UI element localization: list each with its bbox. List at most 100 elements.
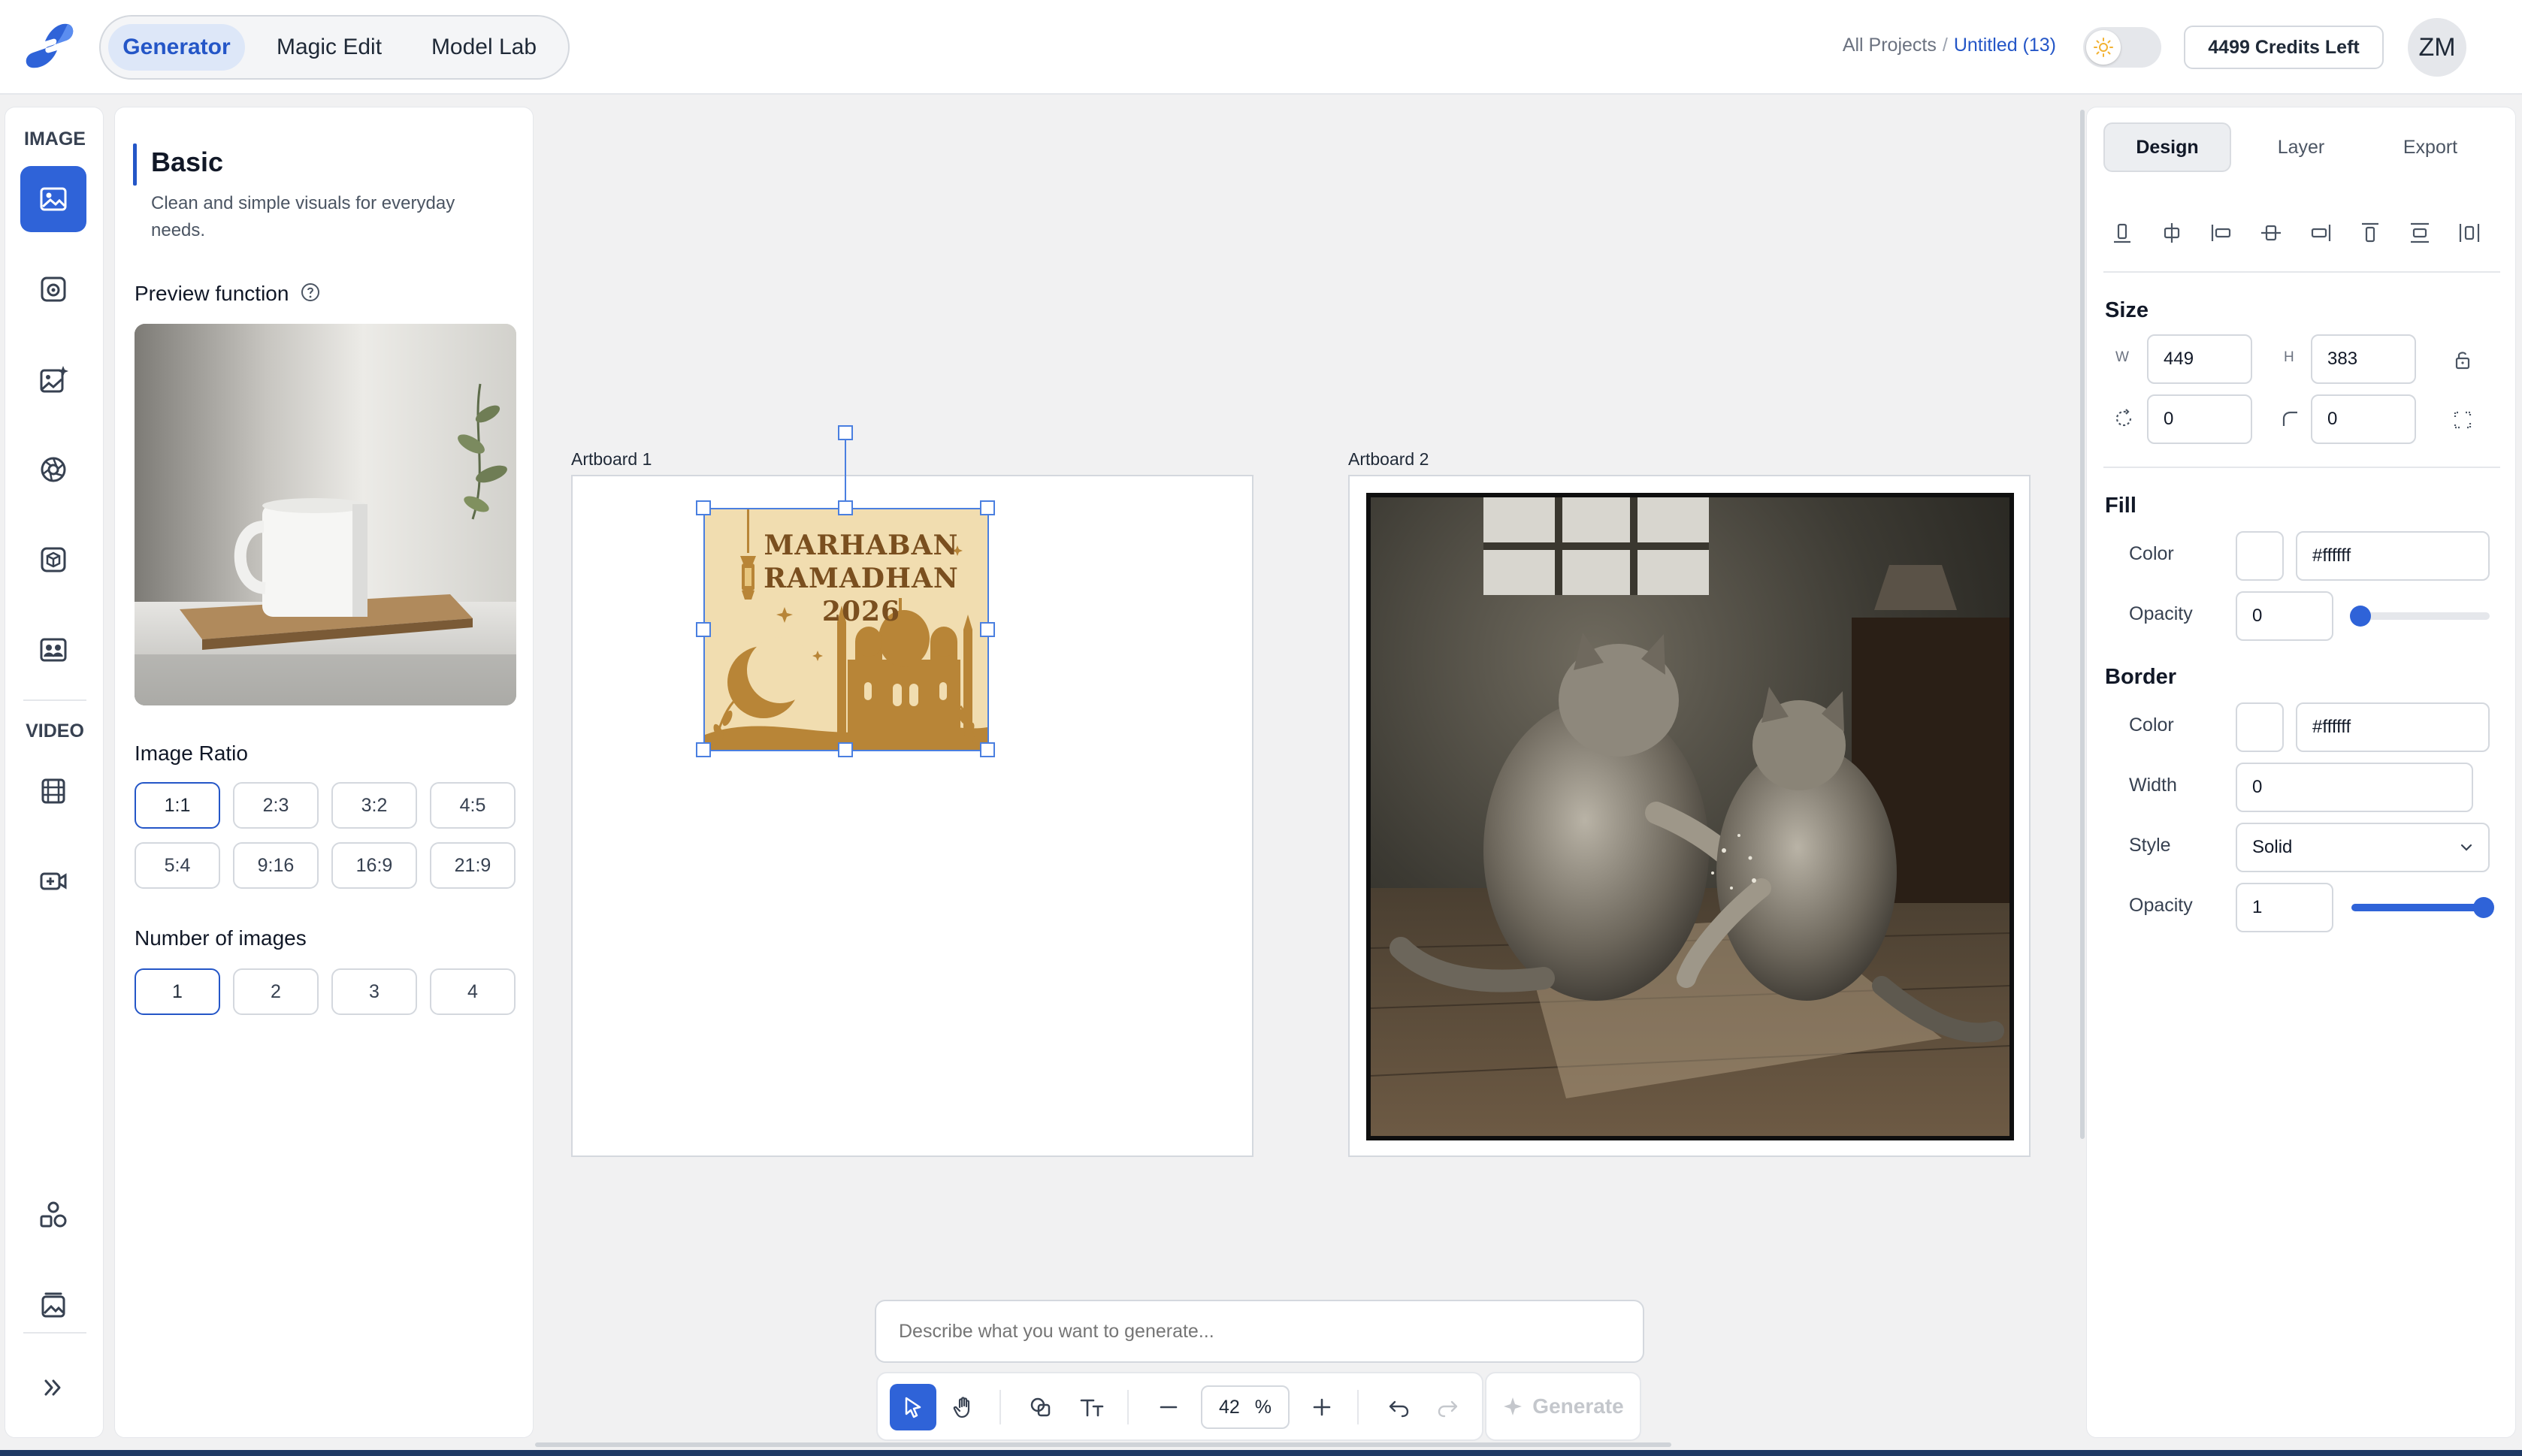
- horizontal-scrollbar[interactable]: [535, 1442, 1671, 1447]
- rail-image-enhance[interactable]: [20, 346, 86, 412]
- border-opacity-input[interactable]: 1: [2236, 883, 2333, 932]
- artboard-2-label[interactable]: Artboard 2: [1348, 449, 1429, 470]
- rail-image-portrait[interactable]: [20, 617, 86, 683]
- rail-gallery[interactable]: [20, 1272, 86, 1338]
- theme-toggle[interactable]: [2083, 27, 2161, 68]
- align-right-button[interactable]: [2302, 214, 2339, 252]
- rail-image-basic[interactable]: [20, 166, 86, 232]
- zoom-value: 42: [1218, 1396, 1240, 1418]
- rotation-input[interactable]: 0: [2147, 394, 2252, 444]
- avatar[interactable]: ZM: [2408, 18, 2466, 77]
- app-logo[interactable]: [23, 21, 78, 72]
- video-plus-icon: [40, 872, 67, 890]
- count-3[interactable]: 3: [331, 968, 417, 1015]
- tab-model-lab[interactable]: Model Lab: [409, 24, 559, 71]
- corner-radius-input[interactable]: 0: [2311, 394, 2416, 444]
- fill-color-swatch[interactable]: [2236, 531, 2284, 581]
- select-tool-button[interactable]: [890, 1384, 936, 1430]
- align-center-v-button[interactable]: [2252, 214, 2290, 252]
- generate-button[interactable]: Generate: [1485, 1372, 1641, 1441]
- border-style-select[interactable]: Solid: [2236, 823, 2490, 872]
- border-opacity-slider-thumb[interactable]: [2473, 897, 2494, 918]
- resize-handle-s[interactable]: [838, 742, 853, 757]
- distribute-horizontal-button[interactable]: [2451, 214, 2488, 252]
- shape-tool-button[interactable]: [1018, 1384, 1064, 1430]
- rail-video-generate[interactable]: [20, 758, 86, 824]
- border-color-swatch[interactable]: [2236, 702, 2284, 752]
- ratio-16-9[interactable]: 16:9: [331, 842, 417, 889]
- distribute-vertical-button[interactable]: [2401, 214, 2439, 252]
- width-input[interactable]: 449: [2147, 334, 2252, 384]
- border-color-input[interactable]: #ffffff: [2296, 702, 2490, 752]
- prompt-input[interactable]: [875, 1300, 1644, 1363]
- canvas[interactable]: Artboard 1 MARHABAN RAMADHAN 2026 Artboa…: [535, 96, 2083, 1448]
- fill-opacity-slider-thumb[interactable]: [2350, 606, 2371, 627]
- ratio-2-3[interactable]: 2:3: [233, 782, 319, 829]
- rail-elements[interactable]: [20, 1182, 86, 1248]
- ratio-3-2[interactable]: 3:2: [331, 782, 417, 829]
- fill-color-input[interactable]: #ffffff: [2296, 531, 2490, 581]
- undo-button[interactable]: [1375, 1384, 1422, 1430]
- ratio-1-1[interactable]: 1:1: [135, 782, 220, 829]
- credits-badge[interactable]: 4499 Credits Left: [2184, 26, 2384, 69]
- corners-icon: [2454, 411, 2472, 429]
- tab-magic-edit[interactable]: Magic Edit: [259, 24, 400, 71]
- fill-color-label: Color: [2129, 543, 2174, 564]
- fill-opacity-slider[interactable]: [2350, 606, 2490, 627]
- preview-image: [135, 324, 516, 705]
- independent-corners-button[interactable]: [2446, 403, 2479, 436]
- align-bottom-button[interactable]: [2103, 214, 2141, 252]
- fill-opacity-input[interactable]: 0: [2236, 591, 2333, 641]
- sun-icon: [2086, 30, 2121, 65]
- rail-video-add[interactable]: [20, 848, 86, 914]
- resize-handle-ne[interactable]: [980, 500, 995, 515]
- height-input[interactable]: 383: [2311, 334, 2416, 384]
- tab-export[interactable]: Export: [2366, 122, 2494, 172]
- rail-image-3d[interactable]: [20, 527, 86, 593]
- zoom-input[interactable]: 42 %: [1201, 1385, 1290, 1429]
- border-width-label: Width: [2129, 775, 2177, 796]
- breadcrumb-current-project[interactable]: Untitled (13): [1954, 35, 2056, 56]
- border-opacity-slider[interactable]: [2351, 897, 2494, 918]
- resize-handle-e[interactable]: [980, 622, 995, 637]
- align-center-h-button[interactable]: [2153, 214, 2191, 252]
- ratio-5-4[interactable]: 5:4: [135, 842, 220, 889]
- ratio-9-16[interactable]: 9:16: [233, 842, 319, 889]
- redo-button[interactable]: [1425, 1384, 1471, 1430]
- text-tool-button[interactable]: [1069, 1384, 1115, 1430]
- tab-generator[interactable]: Generator: [108, 24, 245, 71]
- align-top-button[interactable]: [2351, 214, 2389, 252]
- count-1[interactable]: 1: [135, 968, 220, 1015]
- rail-image-style[interactable]: [20, 436, 86, 503]
- artboard-1-label[interactable]: Artboard 1: [571, 449, 652, 470]
- help-icon[interactable]: [301, 282, 320, 307]
- tab-layer[interactable]: Layer: [2237, 122, 2365, 172]
- align-left-button[interactable]: [2203, 214, 2240, 252]
- resize-handle-w[interactable]: [696, 622, 711, 637]
- zoom-out-button[interactable]: [1145, 1384, 1192, 1430]
- breadcrumb-all-projects[interactable]: All Projects: [1843, 35, 1937, 56]
- tab-design[interactable]: Design: [2103, 122, 2231, 172]
- artboard-2[interactable]: [1348, 475, 2031, 1157]
- cats-image[interactable]: [1366, 493, 2014, 1140]
- rail-image-product[interactable]: [20, 256, 86, 322]
- count-4[interactable]: 4: [430, 968, 516, 1015]
- rail-image-label: IMAGE: [24, 128, 86, 150]
- selected-image[interactable]: MARHABAN RAMADHAN 2026: [703, 508, 989, 751]
- vertical-scrollbar[interactable]: [2080, 110, 2085, 1139]
- zoom-in-button[interactable]: [1299, 1384, 1345, 1430]
- rail-expand-button[interactable]: [20, 1355, 86, 1421]
- resize-handle-n[interactable]: [838, 500, 853, 515]
- ratio-4-5[interactable]: 4:5: [430, 782, 516, 829]
- lock-ratio-button[interactable]: [2446, 343, 2479, 376]
- resize-handle-nw[interactable]: [696, 500, 711, 515]
- border-width-input[interactable]: 0: [2236, 763, 2473, 812]
- ratio-21-9[interactable]: 21:9: [430, 842, 516, 889]
- count-2[interactable]: 2: [233, 968, 319, 1015]
- breadcrumb-separator: /: [1942, 35, 1948, 56]
- resize-handle-se[interactable]: [980, 742, 995, 757]
- hand-tool-button[interactable]: [941, 1384, 987, 1430]
- rotate-handle[interactable]: [838, 425, 853, 440]
- undo-icon: [1389, 1400, 1409, 1418]
- resize-handle-sw[interactable]: [696, 742, 711, 757]
